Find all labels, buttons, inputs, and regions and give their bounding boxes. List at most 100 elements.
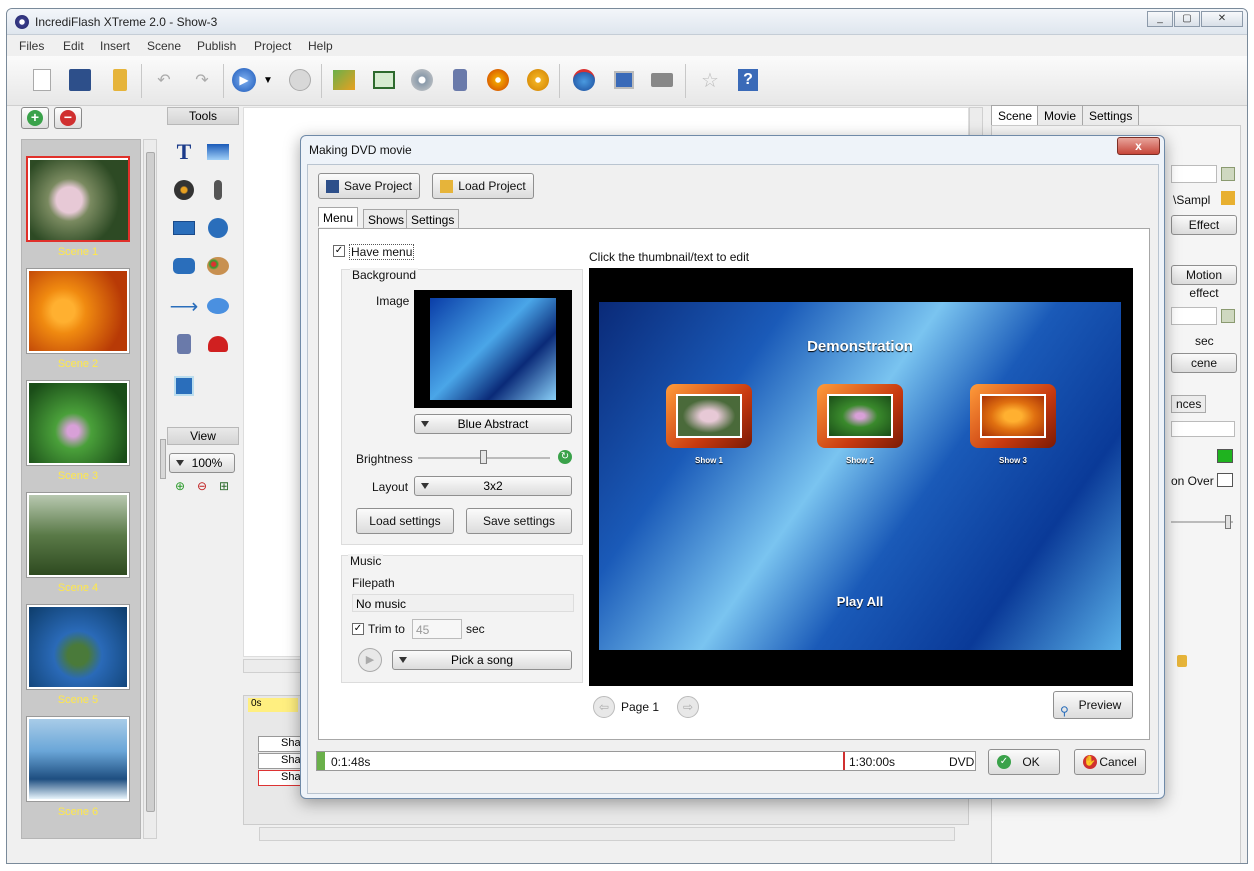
scene-thumbnail[interactable]: [26, 268, 130, 354]
background-preview[interactable]: [414, 290, 572, 408]
ellipse-tool-icon[interactable]: [205, 215, 231, 241]
show-thumbnail[interactable]: [666, 384, 752, 448]
cd-icon[interactable]: [523, 65, 553, 95]
trim-seconds-field[interactable]: 45: [412, 619, 462, 639]
import-icon[interactable]: [329, 65, 359, 95]
splitter-handle[interactable]: [160, 439, 166, 479]
open-folder-icon[interactable]: [105, 65, 135, 95]
tab-settings[interactable]: Settings: [1082, 105, 1140, 126]
show-thumbnail[interactable]: [970, 384, 1056, 448]
tab-appearances[interactable]: nces: [1171, 395, 1207, 413]
have-menu-checkbox[interactable]: ✓: [333, 245, 345, 257]
menu-project[interactable]: Project: [254, 39, 291, 53]
scene-thumbnail[interactable]: [26, 380, 130, 466]
save-icon[interactable]: [65, 65, 95, 95]
folder-icon[interactable]: [1221, 191, 1235, 205]
character-tool-icon[interactable]: [171, 331, 197, 357]
menu-insert[interactable]: Insert: [100, 39, 130, 53]
zoom-in-icon[interactable]: ⊕: [171, 477, 189, 495]
menu-publish[interactable]: Publish: [197, 39, 236, 53]
microphone-tool-icon[interactable]: [205, 177, 231, 203]
effect-button[interactable]: Effect: [1171, 215, 1237, 235]
new-file-icon[interactable]: [27, 65, 57, 95]
load-settings-button[interactable]: Load settings: [356, 508, 454, 534]
pick-icon[interactable]: [1221, 309, 1235, 323]
dialog-close-button[interactable]: x: [1117, 137, 1160, 155]
trim-checkbox[interactable]: ✓: [352, 623, 364, 635]
scene-thumbnail[interactable]: [26, 492, 130, 578]
undo-icon[interactable]: ↶: [149, 65, 179, 95]
paint-palette-tool-icon[interactable]: [205, 253, 231, 279]
printer-icon[interactable]: [647, 65, 677, 95]
rectangle-tool-icon[interactable]: [171, 215, 197, 241]
wizard-icon[interactable]: [445, 65, 475, 95]
tab-movie[interactable]: Movie: [1037, 105, 1084, 126]
color-swatch-white[interactable]: [1217, 473, 1233, 487]
save-settings-button[interactable]: Save settings: [466, 508, 572, 534]
tab-dialog-settings[interactable]: Settings: [406, 209, 460, 229]
globe-icon[interactable]: [569, 65, 599, 95]
close-window-button[interactable]: ✕: [1201, 11, 1243, 27]
text-tool-icon[interactable]: T: [171, 139, 197, 165]
group-tool-icon[interactable]: [171, 373, 197, 399]
reset-icon[interactable]: ↻: [558, 450, 572, 464]
tab-scene[interactable]: Scene: [991, 105, 1040, 126]
motion-effect-button[interactable]: Motion effect: [1171, 265, 1237, 300]
scene-thumbnail[interactable]: [26, 156, 130, 242]
scene-list-scrollbar[interactable]: [143, 139, 157, 839]
help-icon[interactable]: ?: [733, 65, 763, 95]
speech-bubble-tool-icon[interactable]: [205, 293, 231, 319]
line-tool-icon[interactable]: ⟶: [170, 293, 199, 319]
previous-page-icon[interactable]: ⇦: [593, 696, 615, 718]
fit-view-icon[interactable]: ⊞: [215, 477, 233, 495]
cancel-button[interactable]: ✋ Cancel: [1074, 749, 1146, 775]
name-field[interactable]: [1171, 165, 1217, 183]
zoom-dropdown[interactable]: 100%: [169, 453, 235, 473]
dvd-icon[interactable]: [483, 65, 513, 95]
timeline-hscroll[interactable]: [259, 827, 955, 841]
remove-scene-button[interactable]: −: [54, 107, 82, 129]
sound-tool-icon[interactable]: [171, 177, 197, 203]
menu-scene[interactable]: Scene: [147, 39, 181, 53]
color-swatch-green[interactable]: [1217, 449, 1233, 463]
add-scene-button[interactable]: +: [21, 107, 49, 129]
next-page-icon[interactable]: ⇨: [677, 696, 699, 718]
rounded-rect-tool-icon[interactable]: [171, 253, 197, 279]
scene-thumbnail[interactable]: [26, 604, 130, 690]
zoom-out-icon[interactable]: ⊖: [193, 477, 211, 495]
redo-icon[interactable]: ↷: [187, 65, 217, 95]
save-project-button[interactable]: Save Project: [318, 173, 420, 199]
menu-edit[interactable]: Edit: [63, 39, 84, 53]
pick-song-dropdown[interactable]: Pick a song: [392, 650, 572, 670]
eraser-tool-icon[interactable]: [205, 331, 231, 357]
layout-dropdown[interactable]: 3x2: [414, 476, 572, 496]
maximize-button[interactable]: ▢: [1174, 11, 1200, 27]
preview-title[interactable]: Demonstration: [599, 338, 1121, 355]
preview-button[interactable]: ⚲ Preview: [1053, 691, 1133, 719]
pick-icon[interactable]: [1221, 167, 1235, 181]
show-caption[interactable]: Show 1: [666, 456, 752, 465]
image-tool-icon[interactable]: [205, 139, 231, 165]
lock-icon[interactable]: [1177, 655, 1187, 667]
monitor-icon[interactable]: [609, 65, 639, 95]
brightness-slider-thumb[interactable]: [480, 450, 487, 464]
slider-thumb[interactable]: [1225, 515, 1231, 529]
play-all-caption[interactable]: Play All: [599, 594, 1121, 609]
tab-menu[interactable]: Menu: [318, 207, 359, 227]
tab-shows[interactable]: Shows: [363, 209, 410, 229]
ok-button[interactable]: ✓ OK: [988, 749, 1060, 775]
scene-thumbnail[interactable]: [26, 716, 130, 802]
chevron-down-icon[interactable]: ▼: [253, 65, 283, 95]
menu-help[interactable]: Help: [308, 39, 333, 53]
menu-preview[interactable]: Demonstration Show 1 Show 2 Show 3 Play …: [589, 268, 1133, 686]
slider-track[interactable]: [1171, 521, 1233, 523]
show-thumbnail[interactable]: [817, 384, 903, 448]
show-caption[interactable]: Show 2: [817, 456, 903, 465]
minimize-button[interactable]: _: [1147, 11, 1173, 27]
background-dropdown[interactable]: Blue Abstract: [414, 414, 572, 434]
disc-icon[interactable]: [407, 65, 437, 95]
text-field[interactable]: [1171, 421, 1235, 437]
value-field[interactable]: [1171, 307, 1217, 325]
music-filepath-field[interactable]: No music: [352, 594, 574, 612]
play-music-icon[interactable]: ▶: [358, 648, 382, 672]
